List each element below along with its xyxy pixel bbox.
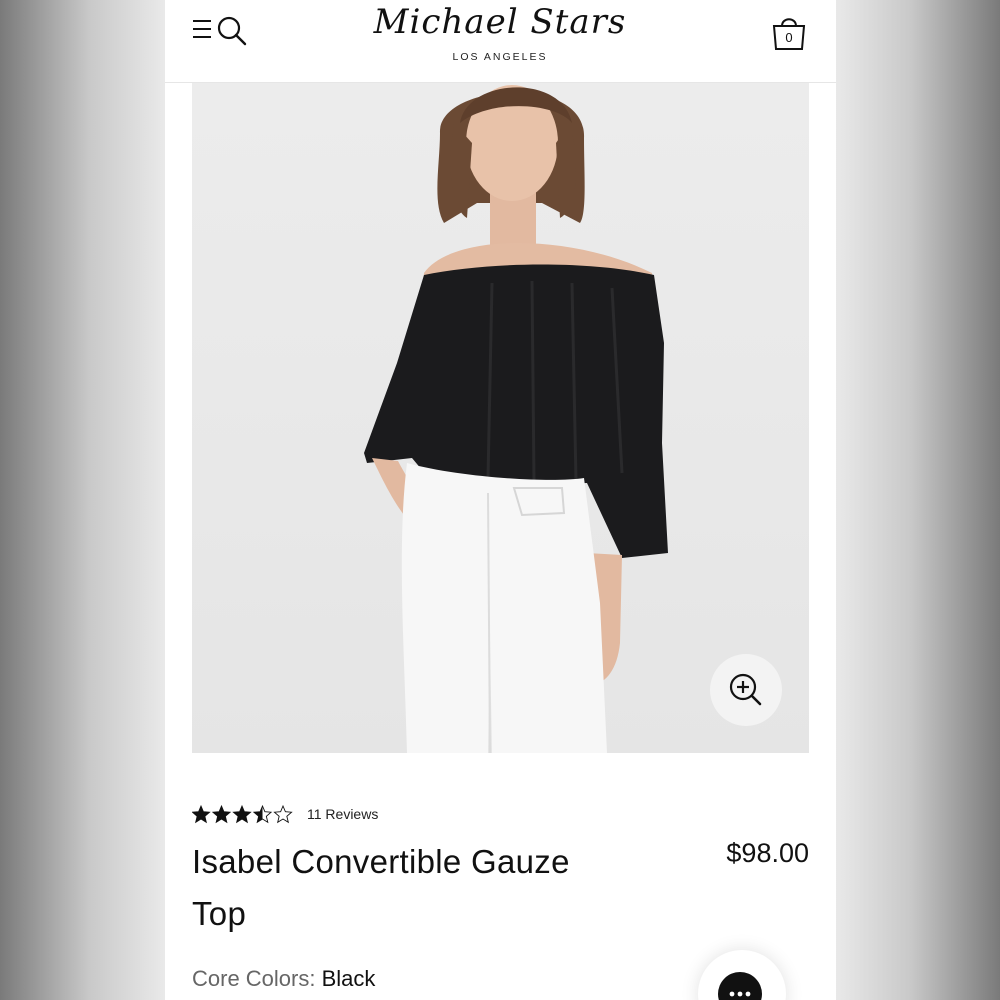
product-title: Isabel Convertible Gauze Top <box>192 843 570 932</box>
product-price: $98.00 <box>726 838 809 868</box>
reviews-link[interactable]: 11 Reviews <box>307 806 378 822</box>
star-rating[interactable] <box>191 804 296 826</box>
stars <box>191 804 293 824</box>
search-icon <box>217 16 247 46</box>
more-dots-icon <box>729 991 751 997</box>
brand-subtitle: LOS ANGELES <box>452 51 548 63</box>
brand-name: Michael Stars <box>373 2 627 42</box>
color-selector-label: Core Colors: Black <box>192 966 375 992</box>
star-icon <box>273 804 293 824</box>
color-label: Core Colors: <box>192 966 316 991</box>
star-icon <box>252 804 273 824</box>
star-icon <box>191 804 211 824</box>
star-icon <box>232 804 252 824</box>
zoom-in-icon <box>729 673 762 706</box>
color-value: Black <box>321 966 376 991</box>
cart-count: 0 <box>785 30 793 45</box>
cart-button[interactable]: 0 <box>770 14 808 52</box>
menu-search-button[interactable] <box>191 13 249 46</box>
site-header: Michael Stars LOS ANGELES 0 <box>165 0 836 83</box>
zoom-button[interactable] <box>710 654 782 726</box>
chat-button[interactable] <box>698 950 786 1000</box>
model-photo <box>364 85 668 753</box>
star-icon <box>211 804 232 824</box>
chat-icon <box>718 972 762 1000</box>
product-image[interactable] <box>192 83 809 753</box>
product-page: Michael Stars LOS ANGELES 0 11 Reviews I… <box>165 0 836 1000</box>
brand-logo[interactable]: Michael Stars LOS ANGELES <box>335 0 665 70</box>
